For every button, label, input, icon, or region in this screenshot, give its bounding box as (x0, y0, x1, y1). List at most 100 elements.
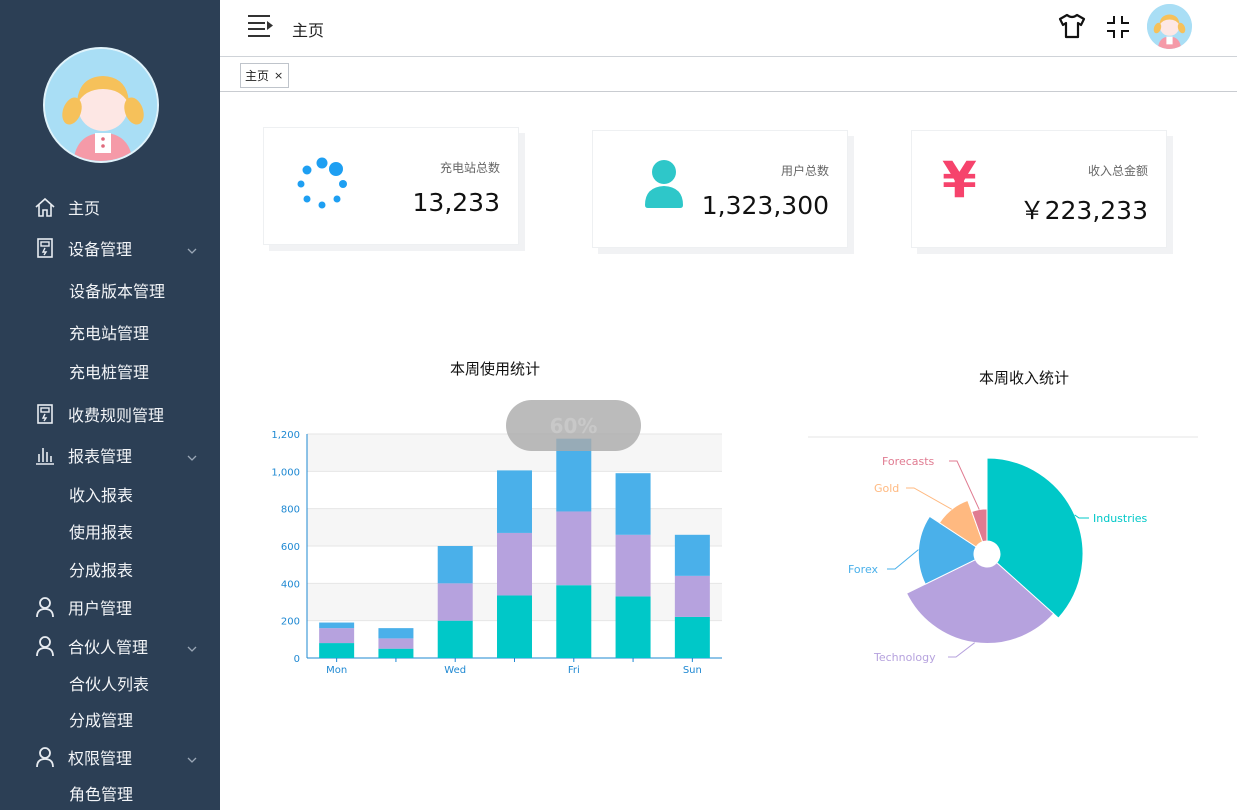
stat-card-users: 用户总数 1,323,300 (592, 130, 848, 248)
page-title: 主页 (292, 21, 325, 40)
sidebar-subitem-8[interactable]: 使用报表 (0, 515, 220, 547)
chevron-down-icon[interactable] (186, 242, 198, 254)
bar (615, 596, 651, 658)
sidebar-item-label: 合伙人管理 (68, 638, 149, 657)
label-line (1074, 514, 1089, 519)
x-tick-label: Sun (683, 665, 702, 676)
sidebar-item-label: 分成管理 (69, 711, 134, 730)
tab-close-icon[interactable]: × (274, 69, 283, 82)
bar (437, 620, 473, 658)
sidebar-item-label: 角色管理 (69, 785, 134, 804)
y-tick-label: 600 (281, 542, 300, 553)
sidebar-item-label: 充电桩管理 (69, 363, 150, 382)
girl-avatar-icon (45, 49, 157, 161)
bar (319, 622, 355, 629)
loading-overlay: 60% (506, 400, 641, 451)
device-icon (34, 237, 56, 259)
sidebar-subitem-15[interactable]: 角色管理 (0, 777, 220, 809)
user-icon (645, 160, 683, 208)
rule-icon (34, 403, 56, 425)
label-line (887, 549, 919, 570)
sidebar-subitem-7[interactable]: 收入报表 (0, 478, 220, 510)
slice-label: Forecasts (882, 455, 935, 468)
sidebar-item-label: 收费规则管理 (68, 406, 165, 425)
bar (615, 534, 651, 597)
stat-value: 1,323,300 (701, 191, 829, 220)
sidebar-subitem-13[interactable]: 分成管理 (0, 703, 220, 735)
stat-title: 用户总数 (780, 164, 829, 178)
sidebar-subitem-4[interactable]: 充电桩管理 (0, 355, 220, 387)
user-avatar[interactable] (43, 47, 159, 163)
stat-title: 充电站总数 (439, 161, 500, 175)
bar (378, 628, 414, 639)
theme-shirt-icon[interactable] (1058, 13, 1086, 39)
slice-label: Gold (874, 482, 899, 495)
top-bar: 主页 (220, 0, 1237, 57)
y-tick-label: 1,000 (271, 467, 300, 478)
tab-home[interactable]: 主页 × (240, 63, 289, 88)
bar (615, 473, 651, 535)
sidebar-item-6[interactable]: 报表管理 (0, 438, 220, 472)
bar (497, 595, 532, 658)
permission-icon (34, 746, 56, 768)
sidebar: 主页设备管理设备版本管理充电站管理充电桩管理收费规则管理报表管理收入报表使用报表… (0, 0, 220, 810)
x-tick-label: Wed (444, 665, 466, 676)
tab-bar: 主页 × (220, 57, 1237, 92)
bar (437, 583, 473, 621)
x-tick-label: Fri (568, 665, 580, 676)
sidebar-subitem-3[interactable]: 充电站管理 (0, 316, 220, 348)
sidebar-item-label: 用户管理 (68, 599, 133, 618)
sidebar-item-1[interactable]: 设备管理 (0, 231, 220, 265)
sidebar-subitem-12[interactable]: 合伙人列表 (0, 667, 220, 699)
label-line (906, 487, 953, 510)
y-tick-label: 1,200 (271, 430, 300, 441)
slice-label: Forex (848, 563, 879, 576)
header-avatar[interactable] (1147, 4, 1192, 49)
y-tick-label: 0 (294, 654, 300, 665)
chevron-down-icon[interactable] (186, 751, 198, 763)
bar (556, 585, 592, 658)
menu-toggle-icon[interactable] (248, 15, 274, 37)
exit-fullscreen-icon[interactable] (1105, 14, 1131, 40)
bar (674, 575, 710, 617)
sidebar-item-label: 设备管理 (68, 240, 133, 259)
stat-card-stations: 充电站总数 13,233 (263, 127, 519, 245)
stat-card-income: ¥ 收入总金额 ￥223,233 (911, 130, 1167, 248)
sidebar-item-label: 权限管理 (68, 749, 133, 768)
bar (319, 628, 355, 644)
sidebar-item-14[interactable]: 权限管理 (0, 740, 220, 774)
income-chart-title: 本周收入统计 (979, 369, 1070, 387)
x-tick-label: Mon (326, 665, 347, 676)
girl-avatar-icon (1147, 4, 1192, 49)
bar (674, 534, 710, 576)
slice-label: Industries (1093, 512, 1148, 525)
sidebar-subitem-2[interactable]: 设备版本管理 (0, 274, 220, 306)
bar (378, 638, 414, 649)
slice-label: Technology (873, 651, 936, 664)
bar (437, 546, 473, 584)
sidebar-subitem-9[interactable]: 分成报表 (0, 553, 220, 585)
bar (497, 470, 532, 533)
bar (674, 616, 710, 658)
bar (319, 643, 355, 658)
loading-dots-icon (297, 157, 347, 209)
sidebar-item-label: 收入报表 (69, 486, 134, 505)
sidebar-item-10[interactable]: 用户管理 (0, 590, 220, 624)
y-tick-label: 400 (281, 579, 300, 590)
loading-percent: 60% (549, 413, 598, 438)
sidebar-item-label: 合伙人列表 (69, 675, 150, 694)
tab-label: 主页 (245, 69, 270, 83)
label-line (948, 642, 975, 658)
sidebar-item-5[interactable]: 收费规则管理 (0, 397, 220, 431)
chevron-down-icon[interactable] (186, 640, 198, 652)
bar-chart-icon (34, 444, 56, 466)
income-rose-chart: Industries Technology Forex Gold Forecasts (808, 436, 1198, 664)
bar (378, 648, 414, 658)
sidebar-item-label: 设备版本管理 (69, 282, 166, 301)
yen-icon: ¥ (942, 151, 977, 209)
stat-value: 13,233 (412, 188, 500, 217)
sidebar-item-0[interactable]: 主页 (0, 190, 220, 224)
sidebar-item-11[interactable]: 合伙人管理 (0, 629, 220, 663)
chevron-down-icon[interactable] (186, 449, 198, 461)
y-tick-label: 200 (281, 617, 300, 628)
